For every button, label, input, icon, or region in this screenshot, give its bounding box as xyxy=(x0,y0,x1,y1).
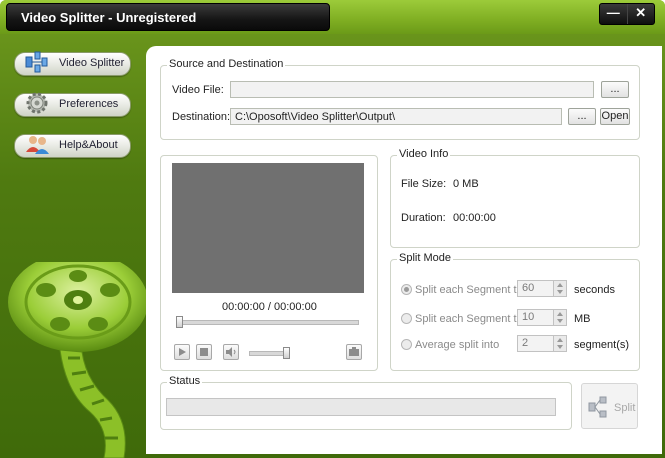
browse-video-button[interactable]: ... xyxy=(601,81,629,98)
destination-label: Destination: xyxy=(172,111,231,123)
split-button[interactable]: Split xyxy=(581,383,638,429)
segments-stepper[interactable]: 2 xyxy=(517,335,567,352)
window-title: Video Splitter - Unregistered xyxy=(21,10,197,25)
progress-bar xyxy=(166,398,556,416)
people-icon xyxy=(26,136,49,154)
title-bar: Video Splitter - Unregistered — ✕ xyxy=(0,0,665,34)
file-size-label: File Size: xyxy=(401,178,447,190)
sidebar-item-help-about[interactable]: Help&About xyxy=(14,134,131,158)
browse-destination-button[interactable]: ... xyxy=(568,108,596,125)
size-value: 10 xyxy=(522,311,535,323)
stop-button[interactable] xyxy=(196,344,212,360)
sidebar-item-label: Preferences xyxy=(59,98,119,110)
group-title: Video Info xyxy=(397,148,451,160)
sidebar-item-label: Video Splitter xyxy=(59,57,125,69)
split-icon xyxy=(588,396,607,418)
segments-value: 2 xyxy=(522,337,529,349)
split-by-seconds-label: Split each Segment to xyxy=(415,284,523,296)
seek-slider[interactable] xyxy=(177,320,359,325)
group-title: Split Mode xyxy=(397,252,453,264)
stepper-arrows-icon[interactable] xyxy=(553,310,566,325)
segments-unit: segment(s) xyxy=(574,339,630,351)
mute-button[interactable] xyxy=(223,344,239,360)
camera-icon xyxy=(349,347,359,356)
average-split-radio[interactable] xyxy=(401,339,412,350)
average-split-label: Average split into xyxy=(415,339,500,351)
minimize-button[interactable]: — xyxy=(600,4,627,24)
sidebar-item-video-splitter[interactable]: Video Splitter xyxy=(14,51,131,76)
play-icon xyxy=(179,348,186,356)
file-size-value: 0 MB xyxy=(453,178,479,190)
seek-slider-thumb[interactable] xyxy=(176,316,183,328)
window-controls: — ✕ xyxy=(599,3,655,25)
stepper-arrows-icon[interactable] xyxy=(553,281,566,296)
seconds-unit: seconds xyxy=(574,284,615,296)
video-info-group: Video Info xyxy=(390,148,640,248)
video-file-input[interactable] xyxy=(230,81,594,98)
destination-input[interactable]: C:\Oposoft\Video Splitter\Output\ xyxy=(230,108,562,125)
duration-value: 00:00:00 xyxy=(453,212,496,224)
gear-icon xyxy=(26,92,48,114)
playback-time: 00:00:00 / 00:00:00 xyxy=(222,301,317,313)
size-unit: MB xyxy=(574,313,591,325)
play-button[interactable] xyxy=(174,344,190,360)
close-button[interactable]: ✕ xyxy=(626,4,655,24)
split-by-size-radio[interactable] xyxy=(401,313,412,324)
splitter-icon xyxy=(25,51,48,73)
speaker-icon xyxy=(226,347,236,357)
stepper-arrows-icon[interactable] xyxy=(553,336,566,351)
video-file-label: Video File: xyxy=(172,84,224,96)
snapshot-button[interactable] xyxy=(346,344,362,360)
video-preview xyxy=(172,163,364,293)
split-by-seconds-radio[interactable] xyxy=(401,284,412,295)
sidebar-item-label: Help&About xyxy=(59,139,118,151)
duration-label: Duration: xyxy=(401,212,446,224)
source-destination-group: Source and Destination xyxy=(160,58,640,140)
open-folder-button[interactable]: Open xyxy=(600,108,630,125)
film-reel-logo xyxy=(8,262,146,458)
group-title: Source and Destination xyxy=(167,58,286,70)
app-window: Video Splitter - Unregistered — ✕ Video … xyxy=(0,0,665,458)
split-by-size-label: Split each Segment to xyxy=(415,313,523,325)
seconds-stepper[interactable]: 60 xyxy=(517,280,567,297)
size-stepper[interactable]: 10 xyxy=(517,309,567,326)
group-title: Status xyxy=(167,375,203,387)
seconds-value: 60 xyxy=(522,282,535,294)
split-button-label: Split xyxy=(614,402,636,414)
title-pill: Video Splitter - Unregistered xyxy=(6,3,330,31)
stop-icon xyxy=(200,348,208,356)
volume-slider-thumb[interactable] xyxy=(283,347,290,359)
sidebar-item-preferences[interactable]: Preferences xyxy=(14,92,131,117)
